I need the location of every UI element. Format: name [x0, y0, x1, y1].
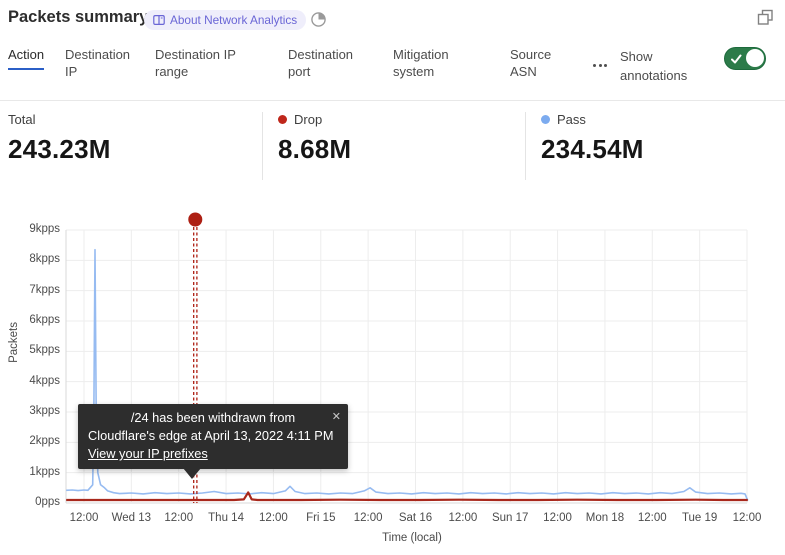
tab-source-asn[interactable]: Source ASN — [510, 46, 565, 80]
view-ip-prefixes-link[interactable]: View your IP prefixes — [88, 445, 208, 463]
pie-chart-icon[interactable] — [310, 11, 327, 33]
ellipsis-icon — [593, 64, 596, 67]
y-tick-label: 4kpps — [14, 375, 60, 387]
annotation-marker-dot[interactable] — [188, 213, 202, 227]
show-annotations-toggle[interactable] — [724, 47, 766, 70]
packets-chart: Packets 9kpps 8kpps 7kpps 6kpps 5kpps 4kpps 3k… — [0, 210, 785, 555]
book-icon — [153, 14, 165, 26]
y-tick-label: 3kpps — [14, 405, 60, 417]
tab-mitigation-system[interactable]: Mitigation system — [393, 46, 471, 80]
more-tabs-button[interactable] — [593, 64, 607, 67]
stat-pass[interactable]: Pass 234.54M — [541, 112, 644, 165]
pass-legend-dot — [541, 115, 550, 124]
tab-action[interactable]: Action — [8, 46, 44, 70]
expand-icon[interactable] — [756, 8, 775, 32]
check-icon — [731, 54, 742, 65]
tooltip-line2: Cloudflare's edge at April 13, 2022 4:11… — [88, 427, 338, 445]
y-tick-label: 9kpps — [14, 223, 60, 235]
y-tick-label: 5kpps — [14, 344, 60, 356]
toggle-knob — [746, 49, 764, 67]
tab-destination-ip[interactable]: Destination IP — [65, 46, 140, 80]
y-tick-label: 2kpps — [14, 435, 60, 447]
x-tick-label: 12:00 — [719, 512, 775, 524]
y-tick-label: 0pps — [14, 496, 60, 508]
annotation-tooltip: ✕ /24 has been withdrawn from Cloudflare… — [78, 404, 348, 469]
divider — [525, 112, 526, 180]
chart-plot-area — [0, 210, 785, 555]
y-tick-label: 8kpps — [14, 253, 60, 265]
stat-pass-value: 234.54M — [541, 134, 644, 165]
ellipsis-icon — [599, 64, 602, 67]
about-network-analytics-badge[interactable]: About Network Analytics — [144, 10, 306, 30]
stat-total-label: Total — [8, 112, 35, 127]
y-tick-label: 1kpps — [14, 466, 60, 478]
show-annotations-label: Show annotations — [620, 47, 704, 85]
tooltip-caret — [183, 468, 201, 479]
tab-destination-port[interactable]: Destination port — [288, 46, 368, 80]
stat-drop-value: 8.68M — [278, 134, 351, 165]
stat-total-value: 243.23M — [8, 134, 111, 165]
stat-total: Total 243.23M — [8, 112, 111, 165]
divider — [0, 100, 785, 101]
tooltip-line1: /24 has been withdrawn from — [88, 409, 338, 427]
page-title: Packets summary — [8, 8, 148, 27]
ellipsis-icon — [604, 64, 607, 67]
y-axis-title: Packets — [8, 322, 20, 363]
tab-destination-ip-range[interactable]: Destination IP range — [155, 46, 247, 80]
drop-legend-dot — [278, 115, 287, 124]
x-axis-title: Time (local) — [357, 532, 467, 544]
stat-pass-label: Pass — [557, 112, 586, 127]
divider — [262, 112, 263, 180]
stat-drop[interactable]: Drop 8.68M — [278, 112, 351, 165]
about-badge-label: About Network Analytics — [170, 13, 297, 27]
y-tick-label: 7kpps — [14, 284, 60, 296]
stat-drop-label: Drop — [294, 112, 322, 127]
close-icon[interactable]: ✕ — [332, 408, 341, 426]
y-tick-label: 6kpps — [14, 314, 60, 326]
